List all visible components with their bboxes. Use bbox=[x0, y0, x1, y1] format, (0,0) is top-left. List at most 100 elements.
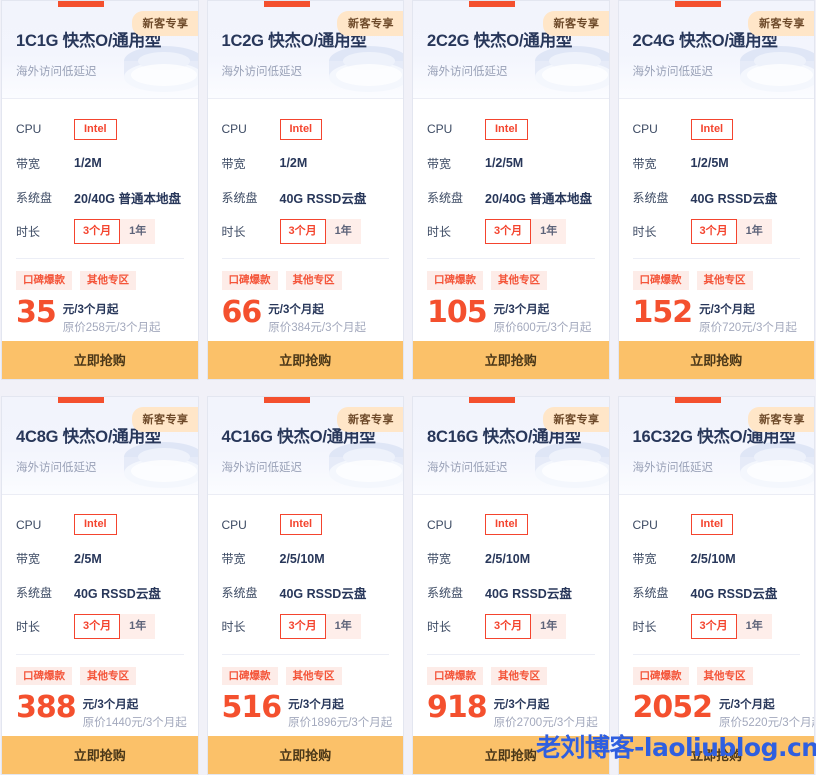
buy-now-button[interactable]: 立即抢购 bbox=[207, 736, 403, 774]
spec-label-duration: 时长 bbox=[632, 620, 657, 634]
spec-label-bandwidth: 带宽 bbox=[16, 552, 41, 566]
duration-option-3months[interactable]: 3个月 bbox=[485, 614, 532, 639]
price-details: 元/3个月起 原价1896元/3个月起 bbox=[288, 694, 392, 730]
promo-tag-popular[interactable]: 口碑爆款 bbox=[221, 271, 278, 290]
duration-option-3months[interactable]: 3个月 bbox=[485, 218, 532, 244]
spec-row-disk: 系统盘 40G RSSD云盘 bbox=[16, 576, 184, 610]
promo-tag-popular[interactable]: 口碑爆款 bbox=[16, 271, 72, 290]
card-accent-bar bbox=[263, 1, 310, 7]
promo-tag-popular[interactable]: 口碑爆款 bbox=[427, 666, 483, 685]
duration-segmented-control[interactable]: 3个月 1年 bbox=[485, 218, 567, 244]
duration-segmented-control[interactable]: 3个月 1年 bbox=[74, 614, 156, 639]
spec-row-duration: 时长 3个月 1年 bbox=[633, 214, 801, 248]
duration-segmented-control[interactable]: 3个月 1年 bbox=[74, 218, 156, 244]
promo-tag-popular[interactable]: 口碑爆款 bbox=[632, 666, 689, 685]
promo-tag-popular[interactable]: 口碑爆款 bbox=[632, 271, 689, 290]
price-amount: 152 bbox=[632, 294, 694, 330]
promo-tag-other-zone[interactable]: 其他专区 bbox=[491, 271, 547, 290]
duration-option-1year[interactable]: 1年 bbox=[736, 218, 772, 244]
duration-option-3months[interactable]: 3个月 bbox=[690, 614, 737, 639]
spec-value-disk: 40G RSSD云盘 bbox=[279, 587, 367, 601]
duration-option-1year[interactable]: 1年 bbox=[120, 218, 156, 244]
product-card-2[interactable]: 新客专享 1C2G 快杰O/通用型 海外访问低延迟 CPU Intel 带宽 1… bbox=[206, 0, 404, 380]
promo-tag-row: 口碑爆款 其他专区 bbox=[208, 655, 404, 685]
product-card-7[interactable]: 新客专享 8C16G 快杰O/通用型 海外访问低延迟 CPU Intel 带宽 … bbox=[412, 395, 610, 775]
spec-row-disk: 系统盘 40G RSSD云盘 bbox=[633, 576, 801, 610]
promo-tag-other-zone[interactable]: 其他专区 bbox=[696, 666, 753, 685]
product-card-3[interactable]: 新客专享 2C2G 快杰O/通用型 海外访问低延迟 CPU Intel 带宽 1… bbox=[412, 0, 610, 380]
product-card-5[interactable]: 新客专享 4C8G 快杰O/通用型 海外访问低延迟 CPU Intel 带宽 2… bbox=[1, 395, 199, 775]
duration-segmented-control[interactable]: 3个月 1年 bbox=[690, 614, 772, 639]
promo-tag-popular[interactable]: 口碑爆款 bbox=[16, 666, 72, 685]
buy-now-button[interactable]: 立即抢购 bbox=[207, 340, 403, 379]
cpu-intel-chip[interactable]: Intel bbox=[74, 514, 117, 535]
duration-option-1year[interactable]: 1年 bbox=[120, 614, 156, 639]
product-card-4[interactable]: 新客专享 2C4G 快杰O/通用型 海外访问低延迟 CPU Intel 带宽 1… bbox=[617, 0, 815, 380]
buy-now-button[interactable]: 立即抢购 bbox=[618, 736, 814, 774]
spec-label-duration: 时长 bbox=[16, 224, 41, 239]
duration-segmented-control[interactable]: 3个月 1年 bbox=[485, 614, 567, 639]
duration-option-3months[interactable]: 3个月 bbox=[74, 614, 121, 639]
spec-row-cpu: CPU Intel bbox=[633, 508, 801, 542]
price-details: 元/3个月起 原价384元/3个月起 bbox=[268, 299, 366, 335]
price-original: 原价720元/3个月起 bbox=[699, 321, 797, 334]
cpu-intel-chip[interactable]: Intel bbox=[279, 514, 323, 535]
spec-value-disk: 40G RSSD云盘 bbox=[279, 191, 367, 206]
product-card-1[interactable]: 新客专享 1C1G 快杰O/通用型 海外访问低延迟 CPU Intel 带宽 1… bbox=[1, 0, 199, 380]
duration-segmented-control[interactable]: 3个月 1年 bbox=[690, 218, 772, 244]
price-original: 原价1440元/3个月起 bbox=[82, 717, 187, 729]
buy-now-button[interactable]: 立即抢购 bbox=[413, 736, 609, 774]
promo-tag-other-zone[interactable]: 其他专区 bbox=[696, 271, 753, 290]
duration-option-3months[interactable]: 3个月 bbox=[74, 218, 121, 244]
duration-segmented-control[interactable]: 3个月 1年 bbox=[279, 218, 361, 244]
spec-list: CPU Intel 带宽 1/2/5M 系统盘 40G RSSD云盘 时长 3个… bbox=[619, 99, 815, 252]
cpu-intel-chip[interactable]: Intel bbox=[690, 514, 734, 535]
price-original: 原价258元/3个月起 bbox=[62, 321, 161, 334]
duration-option-1year[interactable]: 1年 bbox=[531, 218, 567, 244]
buy-now-button[interactable]: 立即抢购 bbox=[2, 736, 198, 774]
promo-tag-popular[interactable]: 口碑爆款 bbox=[427, 271, 483, 290]
new-customer-badge: 新客专享 bbox=[337, 11, 403, 36]
card-accent-bar bbox=[469, 396, 515, 403]
cpu-intel-chip[interactable]: Intel bbox=[74, 118, 117, 140]
duration-option-1year[interactable]: 1年 bbox=[325, 614, 361, 639]
buy-now-button[interactable]: 立即抢购 bbox=[413, 340, 609, 379]
spec-label-cpu: CPU bbox=[16, 122, 42, 136]
product-card-6[interactable]: 新客专享 4C16G 快杰O/通用型 海外访问低延迟 CPU Intel 带宽 … bbox=[206, 395, 404, 775]
spec-label-disk: 系统盘 bbox=[427, 190, 464, 205]
product-card-8[interactable]: 新客专享 16C32G 快杰O/通用型 海外访问低延迟 CPU Intel 带宽… bbox=[617, 395, 815, 775]
buy-now-button[interactable]: 立即抢购 bbox=[618, 340, 814, 379]
spec-row-duration: 时长 3个月 1年 bbox=[633, 610, 801, 644]
duration-option-1year[interactable]: 1年 bbox=[736, 614, 772, 639]
cpu-intel-chip[interactable]: Intel bbox=[279, 118, 323, 140]
promo-tag-other-zone[interactable]: 其他专区 bbox=[285, 666, 342, 685]
price-row: 105 元/3个月起 原价600元/3个月起 bbox=[413, 290, 609, 341]
spec-row-duration: 时长 3个月 1年 bbox=[16, 610, 184, 644]
promo-tag-other-zone[interactable]: 其他专区 bbox=[285, 271, 342, 290]
spec-value-disk: 40G RSSD云盘 bbox=[690, 587, 778, 601]
cpu-intel-chip[interactable]: Intel bbox=[485, 118, 528, 140]
spec-value-disk: 20/40G 普通本地盘 bbox=[74, 191, 181, 206]
cpu-intel-chip[interactable]: Intel bbox=[485, 514, 528, 535]
duration-option-1year[interactable]: 1年 bbox=[531, 614, 567, 639]
spec-label-duration: 时长 bbox=[221, 224, 246, 239]
buy-now-button[interactable]: 立即抢购 bbox=[2, 340, 198, 379]
duration-option-3months[interactable]: 3个月 bbox=[690, 218, 737, 244]
price-amount: 918 bbox=[427, 690, 488, 725]
price-unit: 元/3个月起 bbox=[288, 699, 344, 711]
duration-option-1year[interactable]: 1年 bbox=[325, 218, 361, 244]
spec-value-bandwidth: 2/5/10M bbox=[485, 551, 531, 566]
spec-row-disk: 系统盘 20/40G 普通本地盘 bbox=[427, 180, 595, 214]
cpu-intel-chip[interactable]: Intel bbox=[690, 118, 734, 140]
spec-label-bandwidth: 带宽 bbox=[221, 156, 246, 171]
duration-option-3months[interactable]: 3个月 bbox=[279, 218, 326, 244]
price-row: 388 元/3个月起 原价1440元/3个月起 bbox=[2, 685, 198, 736]
promo-tag-other-zone[interactable]: 其他专区 bbox=[80, 271, 136, 290]
promo-tag-other-zone[interactable]: 其他专区 bbox=[80, 666, 136, 685]
card-accent-bar bbox=[58, 1, 104, 7]
promo-tag-other-zone[interactable]: 其他专区 bbox=[491, 666, 547, 685]
promo-tag-popular[interactable]: 口碑爆款 bbox=[221, 666, 278, 685]
duration-segmented-control[interactable]: 3个月 1年 bbox=[279, 614, 361, 639]
duration-option-3months[interactable]: 3个月 bbox=[279, 614, 326, 639]
spec-row-disk: 系统盘 40G RSSD云盘 bbox=[633, 180, 801, 214]
